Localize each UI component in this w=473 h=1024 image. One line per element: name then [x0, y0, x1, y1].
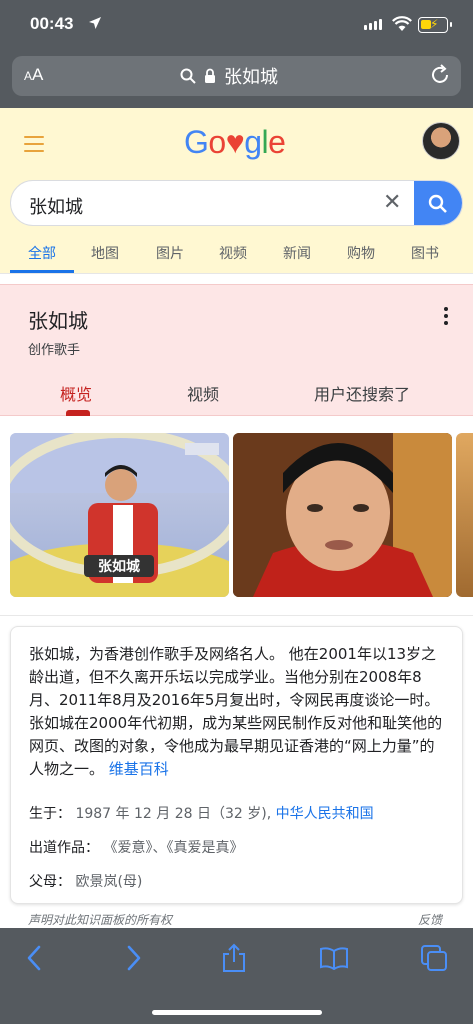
wikipedia-link[interactable]: 维基百科 — [109, 760, 169, 778]
wifi-icon — [392, 16, 412, 31]
logo-letter: e — [268, 124, 286, 160]
more-options-icon[interactable] — [444, 307, 448, 328]
url-text: 张如城 — [224, 67, 278, 88]
search-box[interactable]: 张如城 ✕ — [10, 180, 463, 226]
panel-subtitle: 创作歌手 — [28, 343, 81, 358]
share-button[interactable] — [218, 942, 250, 974]
panel-footer: 声明对此知识面板的所有权 反馈 — [0, 908, 473, 930]
status-time: 00:43 — [30, 14, 74, 33]
cell-signal-icon — [364, 19, 382, 30]
fact-parents-label: 父母： — [29, 874, 71, 890]
search-icon — [428, 194, 447, 213]
tabs-icon — [421, 945, 447, 971]
fact-works: 出道作品： 《爱意》、《真爱是真》 — [29, 837, 243, 857]
logo-letter: o — [208, 124, 226, 160]
panel-image-3[interactable] — [456, 433, 473, 597]
description: 张如城，为香港创作歌手及网络名人。 他在2001年以13岁之龄出道，但不久离开乐… — [29, 643, 449, 781]
fact-born-place-link[interactable]: 中华人民共和国 — [276, 806, 374, 822]
logo-letter: ♥ — [225, 124, 245, 160]
fact-works-label: 出道作品： — [29, 840, 99, 856]
fact-parents-value: 欧景岚(母) — [75, 874, 143, 890]
home-indicator — [152, 1010, 322, 1015]
share-icon — [223, 943, 245, 972]
claim-panel-link[interactable]: 声明对此知识面板的所有权 — [28, 911, 172, 928]
tab-images[interactable]: 图片 — [156, 243, 184, 263]
lock-icon — [205, 68, 215, 83]
panel-tab-people-also-search[interactable]: 用户还搜索了 — [314, 381, 410, 405]
search-area: 张如城 ✕ — [0, 174, 473, 234]
menu-icon[interactable] — [24, 136, 44, 157]
tabs-button[interactable] — [418, 942, 450, 974]
clear-icon[interactable]: ✕ — [383, 190, 401, 215]
panel-tab-videos[interactable]: 视频 — [187, 381, 219, 405]
tab-shopping[interactable]: 购物 — [347, 243, 375, 263]
tab-news[interactable]: 新闻 — [283, 243, 311, 263]
logo-letter: G — [184, 124, 209, 160]
tab-maps[interactable]: 地图 — [91, 243, 119, 263]
battery-icon: ⚡ — [418, 17, 452, 33]
bookmarks-button[interactable] — [318, 942, 350, 974]
panel-tab-overview[interactable]: 概览 — [60, 381, 92, 405]
reload-icon[interactable] — [429, 64, 451, 86]
google-header: Go♥gle — [0, 108, 473, 174]
forward-button[interactable] — [118, 942, 150, 974]
search-button[interactable] — [414, 181, 462, 225]
fact-born-label: 生于： — [29, 806, 71, 822]
search-input[interactable]: 张如城 — [29, 193, 83, 219]
knowledge-panel-header: 张如城 创作歌手 概览 视频 用户还搜索了 — [0, 284, 473, 416]
fact-born-value: 1987 年 12 月 28 日（32 岁), — [75, 806, 272, 822]
logo-letter: g — [244, 124, 262, 160]
description-text: 张如城，为香港创作歌手及网络名人。 他在2001年以13岁之龄出道，但不久离开乐… — [29, 645, 443, 778]
url-display[interactable]: 张如城 — [180, 63, 278, 89]
book-icon — [320, 947, 348, 970]
feedback-link[interactable]: 反馈 — [418, 911, 442, 928]
back-button[interactable] — [18, 942, 50, 974]
panel-image-1[interactable]: 张如城 — [10, 433, 229, 597]
location-arrow-icon — [89, 17, 101, 29]
description-card: 张如城，为香港创作歌手及网络名人。 他在2001年以13岁之龄出道，但不久离开乐… — [10, 626, 463, 904]
address-bar[interactable]: AA 张如城 — [12, 56, 461, 96]
image-overlay-caption: 张如城 — [98, 558, 140, 575]
tab-all[interactable]: 全部 — [28, 243, 56, 263]
search-icon — [180, 68, 196, 84]
safari-toolbar — [0, 928, 473, 1024]
safari-top-chrome: 00:43 ⚡ AA 张如城 — [0, 0, 473, 108]
fact-born: 生于： 1987 年 12 月 28 日（32 岁), 中华人民共和国 — [29, 803, 374, 823]
panel-image-2[interactable] — [233, 433, 452, 597]
tab-books[interactable]: 图书 — [411, 243, 439, 263]
fact-works-value: 《爱意》、《真爱是真》 — [103, 840, 244, 856]
avatar[interactable] — [422, 122, 460, 160]
panel-title: 张如城 — [28, 309, 88, 333]
active-tab-indicator — [10, 270, 74, 273]
tab-videos[interactable]: 视频 — [219, 243, 247, 263]
chevron-right-icon — [127, 945, 141, 971]
search-tabs: 全部 地图 图片 视频 新闻 购物 图书 — [0, 234, 473, 274]
google-logo[interactable]: Go♥gle — [184, 124, 286, 161]
fact-parents: 父母： 欧景岚(母) — [29, 871, 142, 891]
reader-text-size-button[interactable]: AA — [24, 65, 43, 85]
image-carousel: 张如城 — [0, 416, 473, 616]
chevron-left-icon — [27, 945, 41, 971]
